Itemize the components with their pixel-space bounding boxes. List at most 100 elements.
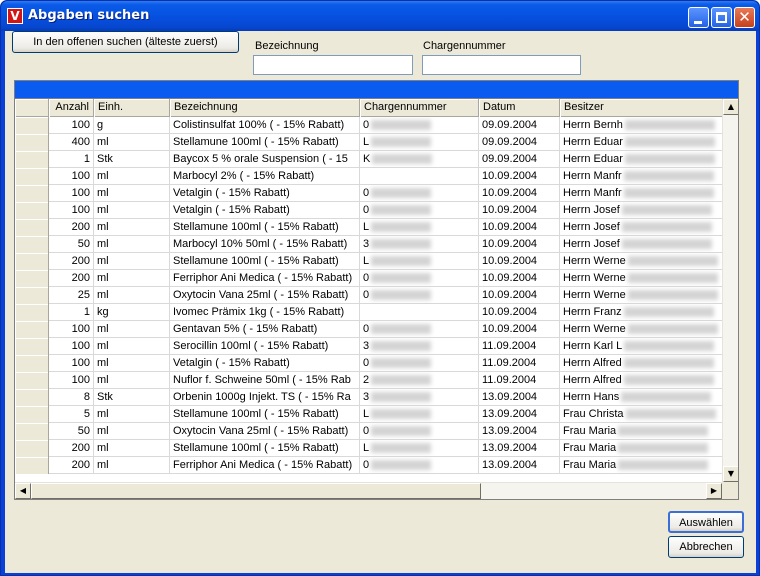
cell-einheit[interactable]: ml [94,372,170,389]
cell-besitzer[interactable]: Herrn Manfr [560,185,722,202]
cell-chargennummer[interactable]: 3 [360,236,479,253]
cell-anzahl[interactable]: 100 [49,168,94,185]
cell-bezeichnung[interactable]: Oxytocin Vana 25ml ( - 15% Rabatt) [170,423,360,440]
bezeichnung-input[interactable] [253,55,413,75]
cell-chargennummer[interactable]: L [360,253,479,270]
cell-chargennummer[interactable]: L [360,406,479,423]
cell-datum[interactable]: 13.09.2004 [479,440,560,457]
cell-chargennummer[interactable]: L [360,134,479,151]
horizontal-scroll-thumb[interactable] [31,483,481,499]
table-row[interactable]: 200 ml Ferriphor Ani Medica ( - 15% Rabatt… [15,457,722,474]
cell-einheit[interactable]: ml [94,406,170,423]
row-selector-cell[interactable] [15,151,49,168]
row-selector-cell[interactable] [15,372,49,389]
cell-bezeichnung[interactable]: Nuflor f. Schweine 50ml ( - 15% Rab [170,372,360,389]
cell-einheit[interactable]: kg [94,304,170,321]
cell-bezeichnung[interactable]: Marbocyl 10% 50ml ( - 15% Rabatt) [170,236,360,253]
close-button[interactable]: ✕ [734,7,755,28]
cell-besitzer[interactable]: Herrn Manfr [560,168,722,185]
cell-bezeichnung[interactable]: Stellamune 100ml ( - 15% Rabatt) [170,134,360,151]
horizontal-scrollbar[interactable]: ◀ ▶ [15,482,722,499]
cell-chargennummer[interactable]: L [360,440,479,457]
cell-datum[interactable]: 10.09.2004 [479,202,560,219]
cell-bezeichnung[interactable]: Stellamune 100ml ( - 15% Rabatt) [170,440,360,457]
cell-einheit[interactable]: ml [94,457,170,474]
cell-besitzer[interactable]: Herrn Hans [560,389,722,406]
row-selector-cell[interactable] [15,423,49,440]
cell-datum[interactable]: 10.09.2004 [479,321,560,338]
cell-einheit[interactable]: ml [94,202,170,219]
cell-bezeichnung[interactable]: Marbocyl 2% ( - 15% Rabatt) [170,168,360,185]
column-header-besitzer[interactable]: Besitzer [560,99,722,117]
chargennummer-input[interactable] [422,55,581,75]
row-selector-cell[interactable] [15,270,49,287]
cell-datum[interactable]: 10.09.2004 [479,253,560,270]
cell-bezeichnung[interactable]: Ferriphor Ani Medica ( - 15% Rabatt) [170,270,360,287]
table-row[interactable]: 200 ml Stellamune 100ml ( - 15% Rabatt) L 10… [15,219,722,236]
scroll-left-arrow-icon[interactable]: ◀ [15,483,31,499]
cell-bezeichnung[interactable]: Orbenin 1000g Injekt. TS ( - 15% Ra [170,389,360,406]
cell-bezeichnung[interactable]: Vetalgin ( - 15% Rabatt) [170,355,360,372]
column-header-datum[interactable]: Datum [479,99,560,117]
table-row[interactable]: 25 ml Oxytocin Vana 25ml ( - 15% Rabatt) 0 1… [15,287,722,304]
row-selector-cell[interactable] [15,389,49,406]
cell-anzahl[interactable]: 50 [49,236,94,253]
minimize-button[interactable] [688,7,709,28]
cell-besitzer[interactable]: Frau Maria [560,423,722,440]
row-selector-cell[interactable] [15,406,49,423]
cell-anzahl[interactable]: 100 [49,372,94,389]
cell-einheit[interactable]: ml [94,423,170,440]
cell-chargennummer[interactable]: 3 [360,338,479,355]
cell-besitzer[interactable]: Herrn Werne [560,253,722,270]
cell-einheit[interactable]: ml [94,270,170,287]
table-row[interactable]: 100 ml Vetalgin ( - 15% Rabatt) 0 10.09.2004… [15,185,722,202]
cell-anzahl[interactable]: 5 [49,406,94,423]
cell-chargennummer[interactable]: 0 [360,117,479,134]
table-row[interactable]: 1 kg Ivomec Prämix 1kg ( - 15% Rabatt) 10.0… [15,304,722,321]
row-selector-cell[interactable] [15,185,49,202]
cell-anzahl[interactable]: 100 [49,185,94,202]
row-selector-cell[interactable] [15,202,49,219]
cell-einheit[interactable]: ml [94,168,170,185]
cell-besitzer[interactable]: Herrn Karl L [560,338,722,355]
cell-anzahl[interactable]: 1 [49,304,94,321]
cell-chargennummer[interactable]: 0 [360,185,479,202]
cell-chargennummer[interactable]: 3 [360,389,479,406]
table-row[interactable]: 100 ml Vetalgin ( - 15% Rabatt) 0 11.09.2004… [15,355,722,372]
cell-einheit[interactable]: ml [94,185,170,202]
table-row[interactable]: 100 ml Vetalgin ( - 15% Rabatt) 0 10.09.2004… [15,202,722,219]
cell-chargennummer[interactable]: 0 [360,287,479,304]
cell-besitzer[interactable]: Herrn Josef [560,202,722,219]
cell-einheit[interactable]: Stk [94,389,170,406]
cell-besitzer[interactable]: Frau Christa [560,406,722,423]
cell-einheit[interactable]: ml [94,355,170,372]
cell-chargennummer[interactable]: 0 [360,355,479,372]
column-header-chargennummer[interactable]: Chargennummer [360,99,479,117]
cell-chargennummer[interactable]: 0 [360,202,479,219]
cell-einheit[interactable]: ml [94,287,170,304]
row-selector-cell[interactable] [15,440,49,457]
select-button[interactable]: Auswählen [668,511,744,533]
cell-anzahl[interactable]: 200 [49,253,94,270]
cell-chargennummer[interactable]: L [360,219,479,236]
search-open-oldest-button[interactable]: In den offenen suchen (älteste zuerst) [12,31,239,53]
cell-einheit[interactable]: ml [94,253,170,270]
table-row[interactable]: 200 ml Stellamune 100ml ( - 15% Rabatt) L 13… [15,440,722,457]
table-row[interactable]: 8 Stk Orbenin 1000g Injekt. TS ( - 15% Ra 3… [15,389,722,406]
vertical-scrollbar[interactable]: ▲ ▼ [722,99,738,482]
cell-einheit[interactable]: ml [94,321,170,338]
cell-besitzer[interactable]: Herrn Josef [560,236,722,253]
cell-anzahl[interactable]: 50 [49,423,94,440]
cell-bezeichnung[interactable]: Vetalgin ( - 15% Rabatt) [170,185,360,202]
scroll-up-arrow-icon[interactable]: ▲ [723,99,738,115]
row-selector-cell[interactable] [15,219,49,236]
cell-einheit[interactable]: ml [94,236,170,253]
table-row[interactable]: 50 ml Oxytocin Vana 25ml ( - 15% Rabatt) 0 1… [15,423,722,440]
scroll-down-arrow-icon[interactable]: ▼ [723,466,738,482]
cell-besitzer[interactable]: Herrn Werne [560,287,722,304]
row-selector-cell[interactable] [15,253,49,270]
cell-anzahl[interactable]: 200 [49,270,94,287]
row-selector-cell[interactable] [15,236,49,253]
cell-besitzer[interactable]: Herrn Alfred [560,355,722,372]
column-header-bezeichnung[interactable]: Bezeichnung [170,99,360,117]
